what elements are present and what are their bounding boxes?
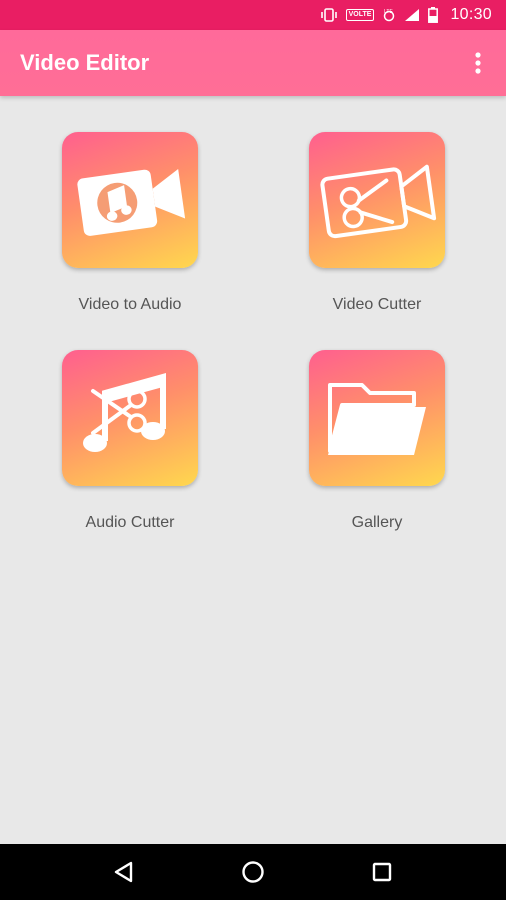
lte-icon: LTE: [384, 9, 395, 22]
overflow-menu-button[interactable]: [468, 48, 488, 78]
navigation-bar: [0, 844, 506, 900]
back-button[interactable]: [99, 847, 149, 897]
audio-cutter-icon: [62, 350, 198, 486]
video-to-audio-icon: [62, 132, 198, 268]
battery-icon: [428, 7, 439, 23]
back-icon: [115, 861, 133, 883]
tile-label: Video to Audio: [78, 296, 182, 313]
clock: 10:30: [450, 6, 492, 23]
gallery-tile[interactable]: Gallery: [287, 350, 467, 532]
home-button[interactable]: [228, 847, 278, 897]
gallery-folder-icon: [309, 350, 445, 486]
tile-label: Audio Cutter: [85, 514, 175, 531]
vibrate-icon: [320, 8, 337, 22]
app-title: Video Editor: [20, 50, 150, 75]
tile-label: Video Cutter: [332, 296, 422, 313]
video-cutter-icon: [309, 132, 445, 268]
volte-icon: VOLTE: [345, 9, 375, 21]
svg-text:LTE: LTE: [384, 9, 393, 15]
recents-button[interactable]: [357, 847, 407, 897]
status-icons: VOLTE LTE: [320, 7, 439, 23]
recents-icon: [372, 862, 391, 882]
status-bar: VOLTE LTE 10:30: [0, 0, 506, 30]
home-icon: [242, 861, 264, 883]
signal-icon: [405, 9, 420, 21]
video-to-audio-tile[interactable]: Video to Audio: [40, 132, 220, 314]
audio-cutter-tile[interactable]: Audio Cutter: [40, 350, 220, 532]
video-cutter-tile[interactable]: Video Cutter: [287, 132, 467, 314]
app-bar: Video Editor: [0, 30, 506, 96]
tile-label: Gallery: [351, 514, 403, 531]
more-vert-icon: [475, 52, 481, 74]
main-content: Video to Audio Video Cutter Audio Cutter…: [0, 96, 506, 844]
